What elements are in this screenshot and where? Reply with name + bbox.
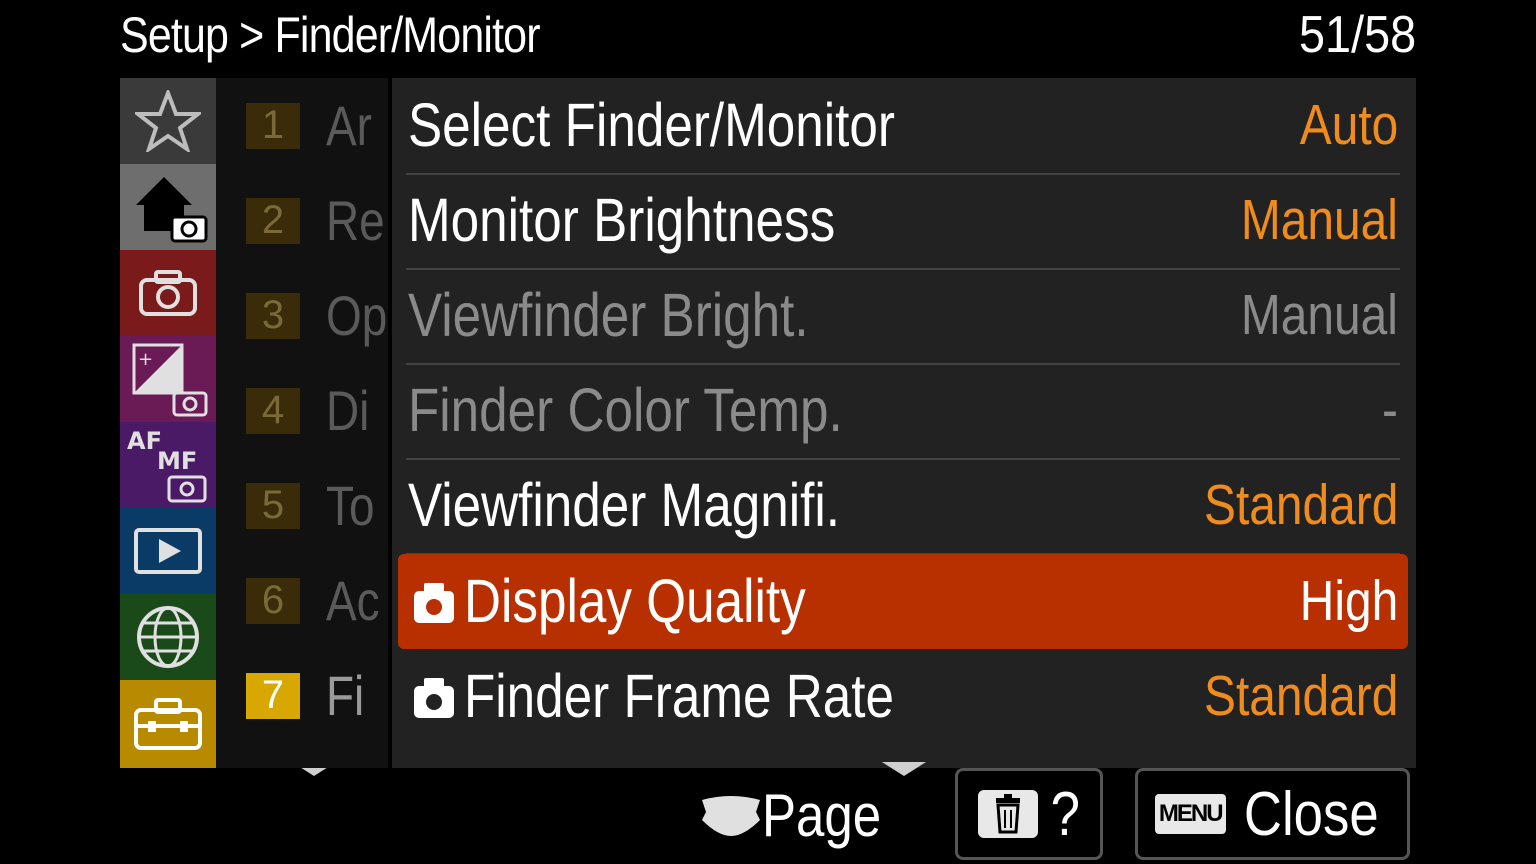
sub-tab-label: Op	[326, 284, 388, 347]
sub-tab-label: Fi	[326, 664, 365, 727]
menu-item-finder-frame-rate[interactable]: Finder Frame Rate Standard	[406, 649, 1400, 744]
category-setup[interactable]	[120, 680, 216, 768]
sub-tab-number: 6	[246, 577, 300, 624]
menu-item-display-quality[interactable]: Display Quality High	[398, 554, 1408, 649]
menu-item-value: Standard	[1203, 473, 1398, 537]
sub-tab-2[interactable]: 2 Re	[246, 173, 388, 268]
menu-item-value: High	[1299, 569, 1398, 633]
svg-text:+: +	[138, 349, 153, 370]
sub-tab-label: Di	[326, 379, 370, 442]
menu-item-finder-color-temp[interactable]: Finder Color Temp. -	[406, 363, 1400, 460]
sub-tab-label: Ar	[326, 94, 372, 157]
help-label: ?	[1050, 779, 1080, 849]
page-counter: 51/58	[1298, 6, 1416, 64]
camera-lock-icon	[414, 583, 454, 623]
category-playback[interactable]	[120, 508, 216, 594]
exposure-icon: +	[132, 343, 208, 417]
menu-item-monitor-brightness[interactable]: Monitor Brightness Manual	[406, 173, 1400, 270]
camera-lock-icon	[414, 678, 454, 718]
menu-item-label: Monitor Brightness	[408, 186, 836, 254]
page-label: Page	[762, 781, 882, 849]
close-label: Close	[1243, 779, 1379, 849]
camera-icon	[139, 270, 197, 316]
menu-item-viewfinder-magnifi[interactable]: Viewfinder Magnifi. Standard	[406, 458, 1400, 555]
category-sidebar: + AF MF	[120, 78, 216, 768]
category-shooting[interactable]	[120, 250, 216, 336]
sub-tab-5[interactable]: 5 To	[246, 458, 388, 553]
category-favorites[interactable]	[120, 78, 216, 164]
sub-tab-number: 1	[246, 102, 300, 149]
sub-tab-3[interactable]: 3 Op	[246, 268, 388, 363]
breadcrumb: Setup > Finder/Monitor	[120, 7, 541, 63]
menu-item-label: Viewfinder Bright.	[408, 281, 809, 349]
sub-tab-label: Ac	[326, 569, 380, 632]
close-button[interactable]: MENU Close	[1135, 768, 1410, 860]
sub-tab-label: To	[326, 474, 375, 537]
menu-badge: MENU	[1154, 794, 1226, 834]
sub-tab-column: 1 Ar 2 Re 3 Op 4 Di 5 To 6 Ac 7 Fi	[216, 78, 388, 768]
toolbox-icon	[134, 698, 202, 750]
sub-tab-number: 7	[246, 672, 300, 719]
home-camera-icon	[136, 177, 208, 243]
menu-item-label: Finder Color Temp.	[408, 376, 843, 444]
category-main[interactable]	[120, 164, 216, 250]
sub-tab-1[interactable]: 1 Ar	[246, 78, 388, 173]
sub-tab-6[interactable]: 6 Ac	[246, 553, 388, 648]
sub-tab-number: 3	[246, 292, 300, 339]
menu-item-value: Manual	[1240, 283, 1398, 347]
menu-item-label: Finder Frame Rate	[464, 662, 894, 730]
category-focus[interactable]: AF MF	[120, 422, 216, 508]
menu-list: Select Finder/Monitor Auto Monitor Brigh…	[392, 78, 1416, 768]
menu-item-label: Viewfinder Magnifi.	[408, 471, 840, 539]
menu-item-value: -	[1382, 378, 1398, 442]
delete-help-button[interactable]: ?	[955, 768, 1103, 860]
menu-item-label: Display Quality	[464, 567, 806, 635]
trash-icon	[977, 790, 1038, 838]
menu-item-viewfinder-bright[interactable]: Viewfinder Bright. Manual	[406, 268, 1400, 365]
sub-tab-4[interactable]: 4 Di	[246, 363, 388, 458]
menu-item-label: Select Finder/Monitor	[408, 91, 895, 159]
sub-tab-number: 4	[246, 387, 300, 434]
sub-tab-number: 2	[246, 197, 300, 244]
menu-item-select-finder-monitor[interactable]: Select Finder/Monitor Auto	[406, 78, 1400, 175]
menu-item-value: Auto	[1299, 93, 1398, 157]
svg-text:MF: MF	[157, 447, 197, 475]
star-icon	[135, 90, 201, 152]
af-mf-icon: AF MF	[127, 427, 207, 503]
playback-icon	[134, 528, 202, 574]
sub-tab-number: 5	[246, 482, 300, 529]
sub-tab-7[interactable]: 7 Fi	[246, 648, 388, 743]
sub-tab-label: Re	[326, 189, 385, 252]
menu-item-value: Manual	[1240, 188, 1398, 252]
menu-item-value: Standard	[1203, 664, 1398, 728]
category-network[interactable]	[120, 594, 216, 680]
globe-icon	[137, 606, 199, 668]
category-exposure[interactable]: +	[120, 336, 216, 422]
page-hint[interactable]: Page	[700, 772, 902, 858]
control-wheel-icon	[702, 796, 760, 836]
